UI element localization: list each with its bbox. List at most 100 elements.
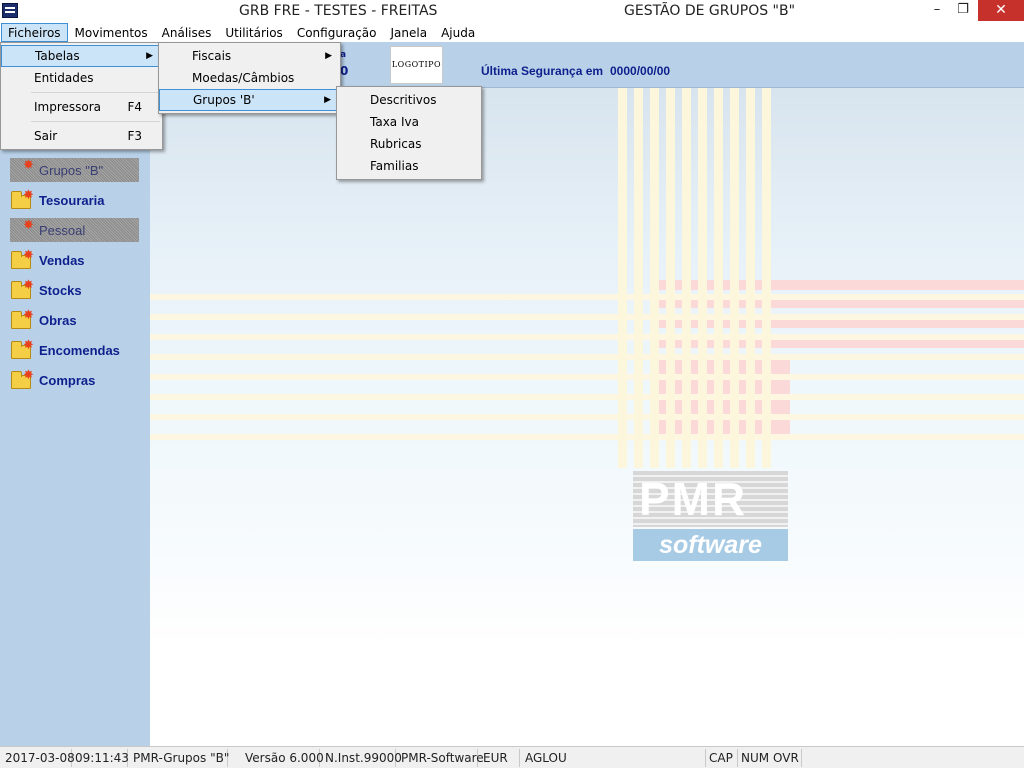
menu-movimentos[interactable]: Movimentos bbox=[68, 23, 155, 42]
decor-stripe bbox=[150, 414, 1024, 420]
window-title: GRB FRE - TESTES - FREITAS bbox=[239, 3, 438, 19]
menu-item-grupos-b[interactable]: Grupos 'B' ▶ bbox=[159, 89, 340, 111]
status-user: AGLOU bbox=[522, 749, 706, 767]
minimize-button[interactable]: – bbox=[924, 0, 950, 21]
sidebar-item-label: Stocks bbox=[39, 282, 82, 298]
menu-utilitarios[interactable]: Utilitários bbox=[218, 23, 289, 42]
menu-item-entidades[interactable]: Entidades bbox=[1, 67, 162, 89]
pmr-logo-letters: PMR bbox=[633, 471, 788, 527]
sidebar-item-obras[interactable]: ✸ Obras bbox=[10, 308, 150, 332]
sidebar-item-label: Vendas bbox=[39, 252, 85, 268]
decor-stripe bbox=[150, 374, 1024, 380]
menu-configuracao[interactable]: Configuração bbox=[290, 23, 384, 42]
folder-star-icon: ✸ bbox=[10, 279, 36, 301]
decor-stripe bbox=[666, 88, 675, 468]
status-overwrite: OVR bbox=[770, 749, 802, 767]
sidebar-item-compras[interactable]: ✸ Compras bbox=[10, 368, 150, 392]
menu-item-familias[interactable]: Familias bbox=[337, 155, 481, 177]
tabelas-submenu: Fiscais ▶ Moedas/Câmbios Grupos 'B' ▶ bbox=[158, 42, 341, 114]
company-logo: LOGOTIPO bbox=[390, 46, 443, 84]
menu-analises[interactable]: Análises bbox=[155, 23, 219, 42]
menu-item-label: Impressora bbox=[34, 100, 102, 114]
sidebar-item-label: Grupos "B" bbox=[39, 162, 104, 178]
decor-stripe bbox=[150, 434, 1024, 440]
menu-janela[interactable]: Janela bbox=[384, 23, 435, 42]
folder-star-icon: ✸ bbox=[10, 369, 36, 391]
status-currency: EUR bbox=[480, 749, 520, 767]
sidebar-item-stocks[interactable]: ✸ Stocks bbox=[10, 278, 150, 302]
folder-star-icon: ✸ bbox=[10, 309, 36, 331]
status-install-number: N.Inst.99000 bbox=[322, 749, 402, 767]
menu-item-label: Rubricas bbox=[370, 137, 422, 151]
decor-stripe bbox=[150, 314, 1024, 320]
decor-stripe bbox=[618, 88, 627, 468]
menu-item-label: Descritivos bbox=[370, 93, 437, 107]
decor-stripe bbox=[682, 88, 691, 468]
header-value-fragment: 0 bbox=[340, 64, 349, 78]
decor-stripe bbox=[150, 394, 1024, 400]
sidebar-item-pessoal: ✸ Pessoal bbox=[10, 218, 139, 242]
menu-shortcut: F4 bbox=[127, 100, 142, 114]
menu-item-label: Entidades bbox=[34, 71, 94, 85]
menu-item-label: Tabelas bbox=[35, 49, 80, 63]
status-module: PMR-Grupos "B" bbox=[130, 749, 229, 767]
restore-button[interactable]: ❐ bbox=[950, 0, 976, 21]
menu-ajuda[interactable]: Ajuda bbox=[434, 23, 482, 42]
title-bar: GRB FRE - TESTES - FREITAS GESTÃO DE GRU… bbox=[0, 0, 1024, 22]
status-bar: 2017-03-08 09:11:43 PMR-Grupos "B" Versã… bbox=[0, 746, 1024, 768]
menu-item-sair[interactable]: Sair F3 bbox=[1, 125, 162, 147]
last-backup-value: 0000/00/00 bbox=[610, 64, 671, 78]
grupos-b-submenu: Descritivos Taxa Iva Rubricas Familias bbox=[336, 86, 482, 180]
pmr-logo-software: software bbox=[633, 529, 788, 561]
decor-stripe bbox=[150, 294, 1024, 300]
sidebar-item-label: Pessoal bbox=[39, 222, 86, 238]
pmr-logo-text: PMR bbox=[639, 473, 748, 525]
status-time: 09:11:43 bbox=[72, 749, 129, 767]
sidebar-item-label: Obras bbox=[39, 312, 77, 328]
menu-shortcut: F3 bbox=[127, 129, 142, 143]
sidebar-item-vendas[interactable]: ✸ Vendas bbox=[10, 248, 150, 272]
pmr-software-logo: PMR software bbox=[633, 471, 788, 561]
menu-item-rubricas[interactable]: Rubricas bbox=[337, 133, 481, 155]
main-workspace: PMR software bbox=[150, 88, 1024, 746]
ficheiros-menu: Tabelas ▶ Entidades Impressora F4 Sair F… bbox=[0, 42, 163, 150]
folder-star-icon: ✸ bbox=[10, 339, 36, 361]
folder-star-icon: ✸ bbox=[10, 159, 36, 181]
status-vendor: PMR-Software bbox=[398, 749, 484, 767]
sidebar-item-tesouraria[interactable]: ✸ Tesouraria bbox=[10, 188, 150, 212]
menu-ficheiros[interactable]: Ficheiros bbox=[1, 22, 68, 42]
status-caps-lock: CAP bbox=[706, 749, 738, 767]
folder-star-icon: ✸ bbox=[10, 249, 36, 271]
decor-stripe bbox=[150, 354, 1024, 360]
sidebar-item-label: Compras bbox=[39, 372, 96, 388]
menu-item-taxa-iva[interactable]: Taxa Iva bbox=[337, 111, 481, 133]
submenu-arrow-icon: ▶ bbox=[146, 51, 153, 61]
status-version: Versão 6.000 bbox=[242, 749, 324, 767]
submenu-arrow-icon: ▶ bbox=[325, 51, 332, 61]
menu-bar: Ficheiros Movimentos Análises Utilitário… bbox=[0, 22, 1024, 42]
app-icon[interactable] bbox=[2, 3, 18, 18]
menu-item-impressora[interactable]: Impressora F4 bbox=[1, 96, 162, 118]
menu-item-fiscais[interactable]: Fiscais ▶ bbox=[159, 45, 340, 67]
sidebar-item-grupos-b: ✸ Grupos "B" bbox=[10, 158, 139, 182]
decor-stripe bbox=[698, 88, 707, 468]
sidebar-item-label: Tesouraria bbox=[39, 192, 105, 208]
menu-item-label: Sair bbox=[34, 129, 58, 143]
sidebar-item-encomendas[interactable]: ✸ Encomendas bbox=[10, 338, 150, 362]
close-button[interactable]: ✕ bbox=[978, 0, 1024, 21]
folder-star-icon: ✸ bbox=[10, 189, 36, 211]
decor-stripe bbox=[714, 88, 723, 468]
decor-stripe bbox=[150, 334, 1024, 340]
menu-item-tabelas[interactable]: Tabelas ▶ bbox=[1, 45, 162, 67]
menu-item-label: Familias bbox=[370, 159, 419, 173]
decor-stripe bbox=[746, 88, 755, 468]
folder-star-icon: ✸ bbox=[10, 219, 36, 241]
status-num-lock: NUM bbox=[741, 751, 770, 765]
submenu-arrow-icon: ▶ bbox=[324, 95, 331, 105]
decor-stripe bbox=[762, 88, 771, 468]
menu-item-descritivos[interactable]: Descritivos bbox=[337, 89, 481, 111]
menu-item-label: Taxa Iva bbox=[370, 115, 419, 129]
decor-stripe bbox=[634, 88, 643, 468]
menu-item-moedas-cambios[interactable]: Moedas/Câmbios bbox=[159, 67, 340, 89]
last-backup-label: Última Segurança em bbox=[481, 64, 604, 78]
